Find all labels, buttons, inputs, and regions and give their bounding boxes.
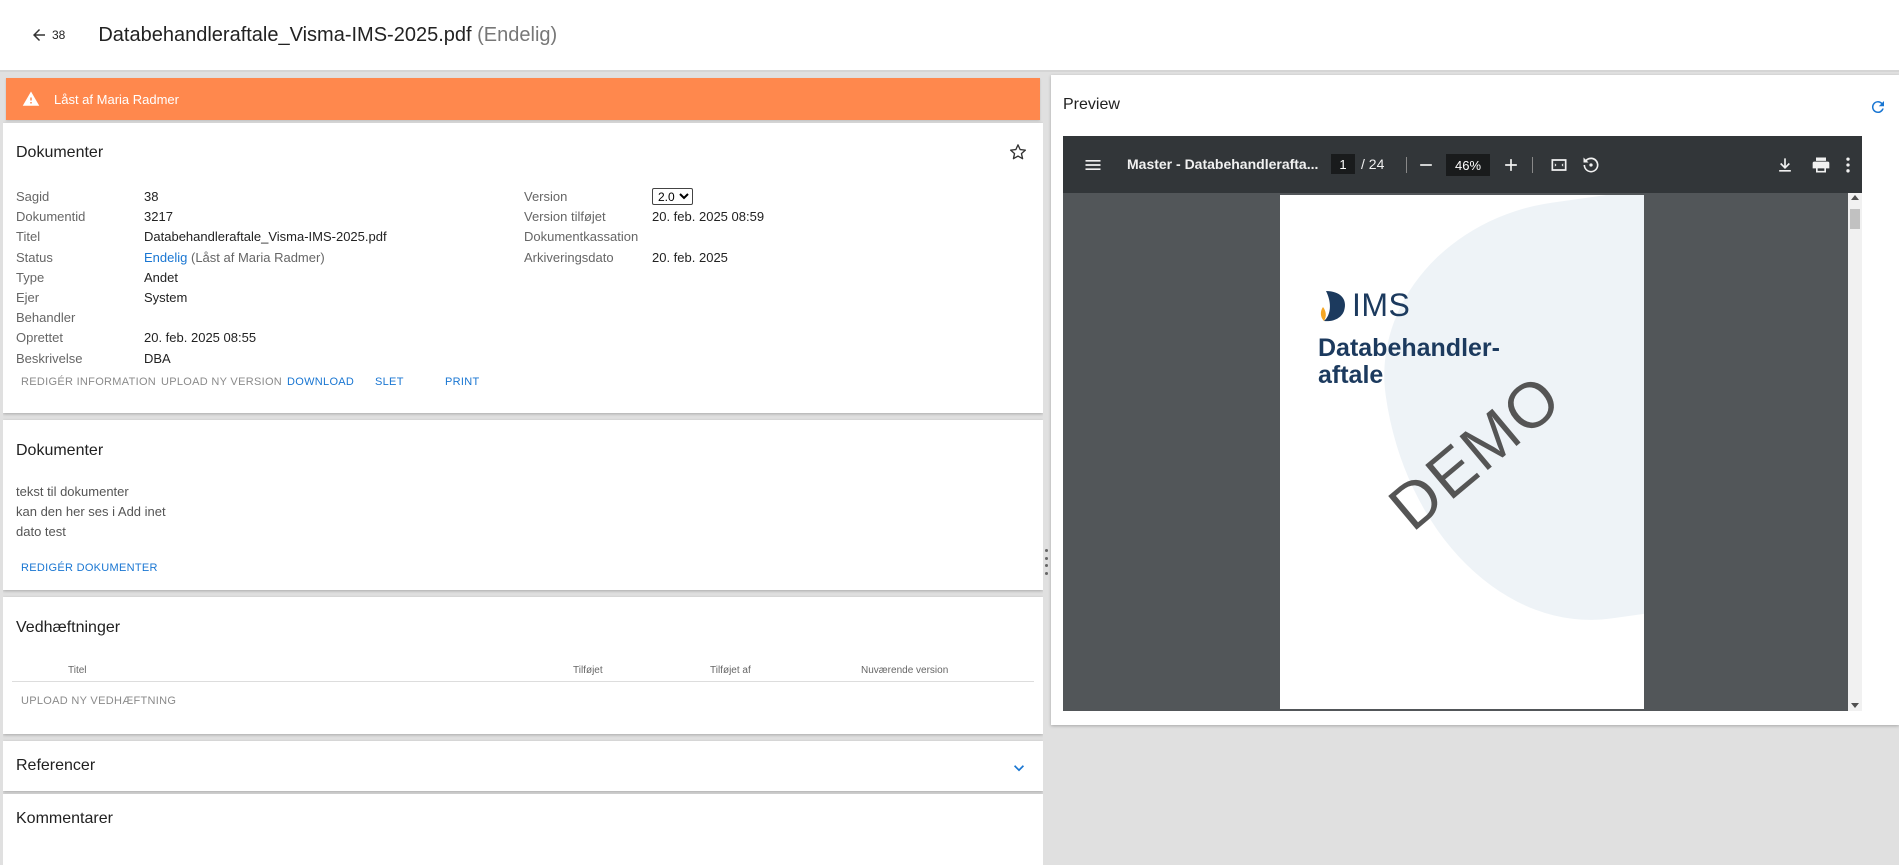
status-link[interactable]: Endelig (144, 250, 187, 265)
field-version-added: Version tilføjet 20. feb. 2025 08:59 (524, 209, 765, 225)
field-titel: Titel Databehandleraftale_Visma-IMS-2025.… (16, 229, 387, 245)
pdf-toolbar: Master - Databehandlerafta... / 24 (1063, 136, 1862, 193)
page-total: / 24 (1361, 156, 1385, 172)
pdf-heading: Databehandler- aftale (1318, 334, 1500, 389)
download-icon[interactable] (1775, 155, 1795, 175)
zoom-in-icon[interactable] (1501, 155, 1521, 175)
arrow-left-icon (33, 29, 45, 41)
attachments-card: Vedhæftninger Titel Tilføjet Tilføjet af… (3, 597, 1043, 734)
preview-panel: Preview Master - Databehandlerafta... / … (1051, 75, 1899, 725)
chevron-down-icon[interactable] (1009, 758, 1029, 778)
back-button[interactable]: 38 (30, 26, 65, 44)
lock-banner: Låst af Maria Radmer (6, 78, 1040, 120)
drag-handle-icon[interactable] (1045, 549, 1049, 575)
download-button[interactable]: DOWNLOAD (287, 376, 375, 388)
toolbar-divider (1406, 157, 1407, 173)
refresh-icon[interactable] (1869, 98, 1887, 116)
more-vert-icon[interactable] (1838, 155, 1858, 175)
zoom-input[interactable] (1446, 154, 1490, 176)
left-column: Låst af Maria Radmer Dokumenter Sagid 38 … (3, 74, 1043, 865)
rotate-icon[interactable] (1581, 155, 1601, 175)
field-type: Type Andet (16, 269, 178, 285)
field-dokumentid: Dokumentid 3217 (16, 209, 173, 225)
viewer-scrollbar[interactable] (1848, 193, 1862, 711)
page-indicator: / 24 (1331, 154, 1384, 174)
menu-icon[interactable] (1083, 155, 1103, 175)
page-number-input[interactable] (1331, 154, 1355, 174)
document-info-card: Dokumenter Sagid 38 Dokumentid 3217 Titel D… (3, 123, 1043, 413)
status-lock-note: (Låst af Maria Radmer) (191, 249, 325, 265)
col-added-by[interactable]: Tilføjet af (710, 665, 751, 676)
col-added[interactable]: Tilføjet (573, 665, 603, 676)
back-count: 38 (52, 28, 66, 42)
card-title: Dokumenter (16, 442, 104, 459)
fit-page-icon[interactable] (1549, 155, 1569, 175)
info-fields-left: Sagid 38 Dokumentid 3217 Titel Databehandle… (16, 187, 387, 369)
references-card[interactable]: Referencer (3, 741, 1043, 791)
pdf-page: IMS Databehandler- aftale DEMO (1280, 195, 1644, 709)
field-oprettet: Oprettet 20. feb. 2025 08:55 (16, 330, 257, 346)
field-behandler: Behandler (16, 310, 76, 326)
card-title: Dokumenter (16, 144, 104, 161)
star-icon[interactable] (1009, 143, 1027, 161)
upload-version-button[interactable]: UPLOAD NY VERSION (161, 376, 287, 388)
print-icon[interactable] (1811, 155, 1831, 175)
warning-icon (22, 91, 40, 106)
col-title[interactable]: Titel (68, 665, 87, 676)
scrollbar-thumb[interactable] (1850, 209, 1860, 229)
ims-logo: IMS (1318, 287, 1410, 324)
top-bar: 38 Databehandleraftale_Visma-IMS-2025.pd… (0, 0, 1899, 72)
card-title: Referencer (16, 757, 96, 774)
page-title: Databehandleraftale_Visma-IMS-2025.pdf (… (98, 24, 557, 47)
card-title: Vedhæftninger (16, 619, 121, 636)
field-version: Version 2.0 (524, 187, 764, 207)
pdf-document-title: Master - Databehandlerafta... (1127, 156, 1319, 172)
delete-button[interactable]: SLET (375, 376, 445, 388)
edit-documents-button[interactable]: REDIGÉR DOKUMENTER (21, 562, 158, 574)
document-notes-card: Dokumenter tekst til dokumenter kan den … (3, 420, 1043, 590)
version-select[interactable]: 2.0 (652, 188, 693, 205)
field-status: Status Endelig (Låst af Maria Radmer) (16, 249, 325, 265)
card-title: Kommentarer (16, 810, 113, 827)
field-sagid: Sagid 38 (16, 189, 159, 204)
edit-info-button[interactable]: REDIGÉR INFORMATION (21, 376, 161, 388)
print-button[interactable]: PRINT (445, 376, 480, 388)
zoom-out-icon[interactable] (1416, 155, 1436, 175)
upload-attachment-button[interactable]: UPLOAD NY VEDHÆFTNING (21, 695, 176, 707)
document-actions: REDIGÉR INFORMATION UPLOAD NY VERSION DO… (21, 376, 480, 388)
scroll-up-icon[interactable] (1851, 195, 1859, 200)
field-ejer: Ejer System (16, 290, 188, 306)
panel-splitter[interactable] (1043, 74, 1051, 865)
field-beskrivelse: Beskrivelse DBA (16, 350, 171, 366)
field-arkiveringsdato: Arkiveringsdato 20. feb. 2025 (524, 249, 728, 265)
preview-title: Preview (1063, 96, 1120, 113)
comments-card: Kommentarer (3, 794, 1043, 865)
toolbar-divider (1532, 157, 1533, 173)
notes-text: tekst til dokumenter kan den her ses i A… (16, 484, 166, 540)
pdf-viewer: Master - Databehandlerafta... / 24 (1063, 136, 1862, 711)
scroll-down-icon[interactable] (1851, 703, 1859, 708)
info-fields-right: Version 2.0 Version tilføjet 20. feb. 2025… (524, 187, 764, 268)
ims-logo-icon (1320, 290, 1346, 321)
field-dokumentkassation: Dokumentkassation (524, 229, 639, 245)
document-state: (Endelig) (477, 23, 558, 46)
lock-banner-text: Låst af Maria Radmer (54, 91, 179, 107)
document-filename: Databehandleraftale_Visma-IMS-2025.pdf (98, 23, 472, 46)
col-current-version[interactable]: Nuværende version (861, 665, 948, 676)
attachments-table-header: Titel Tilføjet Tilføjet af Nuværende ver… (12, 661, 1034, 682)
